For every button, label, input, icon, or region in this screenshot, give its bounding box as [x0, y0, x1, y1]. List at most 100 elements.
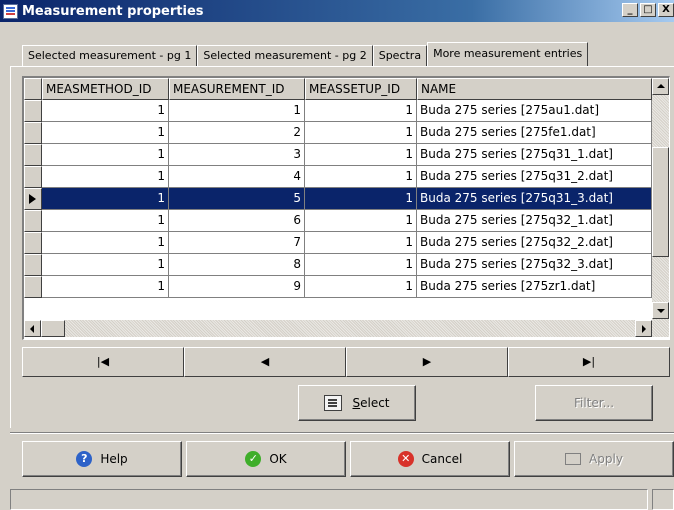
status-panel-main — [10, 489, 648, 510]
minimize-button[interactable]: _ — [622, 3, 638, 17]
cell-measmethod-id[interactable]: 1 — [42, 254, 169, 276]
cell-meassetup-id[interactable]: 1 — [305, 144, 417, 166]
cell-meassetup-id[interactable]: 1 — [305, 276, 417, 298]
cell-meassetup-id[interactable]: 1 — [305, 254, 417, 276]
table-row[interactable]: 1 9 1 Buda 275 series [275zr1.dat] — [24, 276, 652, 298]
table-row[interactable]: 1 6 1 Buda 275 series [275q32_1.dat] — [24, 210, 652, 232]
cell-measurement-id[interactable]: 5 — [169, 188, 305, 210]
select-label-accel: S — [352, 396, 361, 410]
cell-measmethod-id[interactable]: 1 — [42, 188, 169, 210]
row-indicator[interactable] — [24, 166, 42, 188]
current-row-indicator[interactable] — [24, 188, 42, 210]
scroll-down-button[interactable] — [652, 302, 669, 319]
x-circle-icon: ✕ — [397, 451, 414, 467]
cell-measmethod-id[interactable]: 1 — [42, 144, 169, 166]
cancel-button[interactable]: ✕ Cancel — [350, 441, 510, 477]
first-record-button[interactable]: |◀ — [22, 347, 184, 377]
table-row[interactable]: 1 2 1 Buda 275 series [275fe1.dat] — [24, 122, 652, 144]
header-indicator — [24, 78, 42, 100]
cell-name[interactable]: Buda 275 series [275zr1.dat] — [417, 276, 652, 298]
column-header-measurement-id[interactable]: MEASUREMENT_ID — [169, 78, 305, 100]
cell-name[interactable]: Buda 275 series [275au1.dat] — [417, 100, 652, 122]
column-header-name[interactable]: NAME — [417, 78, 652, 100]
title-bar[interactable]: Measurement properties _ □ X — [0, 0, 674, 22]
tab-selected-measurement-pg1[interactable]: Selected measurement - pg 1 — [22, 45, 198, 66]
window-title: Measurement properties — [22, 3, 204, 19]
ok-button[interactable]: ✓ OK — [186, 441, 346, 477]
grid-header-row: MEASMETHOD_ID MEASUREMENT_ID MEASSETUP_I… — [24, 78, 652, 100]
row-indicator[interactable] — [24, 122, 42, 144]
measurement-grid[interactable]: MEASMETHOD_ID MEASUREMENT_ID MEASSETUP_I… — [22, 76, 670, 340]
scroll-thumb[interactable] — [652, 147, 669, 257]
app-icon — [3, 3, 18, 19]
column-header-measmethod-id[interactable]: MEASMETHOD_ID — [42, 78, 169, 100]
cancel-label: Cancel — [421, 452, 463, 466]
cell-measurement-id[interactable]: 9 — [169, 276, 305, 298]
table-row[interactable]: 1 8 1 Buda 275 series [275q32_3.dat] — [24, 254, 652, 276]
scroll-right-button[interactable] — [635, 320, 652, 337]
cell-meassetup-id[interactable]: 1 — [305, 166, 417, 188]
cell-name[interactable]: Buda 275 series [275q32_1.dat] — [417, 210, 652, 232]
table-row[interactable]: 1 3 1 Buda 275 series [275q31_1.dat] — [24, 144, 652, 166]
cell-meassetup-id[interactable]: 1 — [305, 100, 417, 122]
cell-measurement-id[interactable]: 3 — [169, 144, 305, 166]
cell-measmethod-id[interactable]: 1 — [42, 276, 169, 298]
next-record-button[interactable]: ▶ — [346, 347, 508, 377]
close-button[interactable]: X — [658, 3, 674, 17]
row-indicator[interactable] — [24, 232, 42, 254]
maximize-button[interactable]: □ — [640, 3, 656, 17]
cell-measmethod-id[interactable]: 1 — [42, 166, 169, 188]
cell-meassetup-id[interactable]: 1 — [305, 122, 417, 144]
cell-measmethod-id[interactable]: 1 — [42, 232, 169, 254]
cell-measmethod-id[interactable]: 1 — [42, 122, 169, 144]
tab-selected-measurement-pg2[interactable]: Selected measurement - pg 2 — [197, 45, 373, 66]
cell-measurement-id[interactable]: 8 — [169, 254, 305, 276]
table-row[interactable]: 1 4 1 Buda 275 series [275q31_2.dat] — [24, 166, 652, 188]
prior-record-button[interactable]: ◀ — [184, 347, 346, 377]
apply-button[interactable]: Apply — [514, 441, 674, 477]
cell-name[interactable]: Buda 275 series [275q32_2.dat] — [417, 232, 652, 254]
cell-measurement-id[interactable]: 7 — [169, 232, 305, 254]
cell-measurement-id[interactable]: 1 — [169, 100, 305, 122]
scroll-left-button[interactable] — [24, 320, 41, 337]
cell-meassetup-id[interactable]: 1 — [305, 232, 417, 254]
cell-name[interactable]: Buda 275 series [275q31_1.dat] — [417, 144, 652, 166]
help-button[interactable]: ? Help — [22, 441, 182, 477]
cell-measmethod-id[interactable]: 1 — [42, 100, 169, 122]
ok-label: OK — [269, 452, 287, 466]
row-indicator[interactable] — [24, 276, 42, 298]
row-indicator[interactable] — [24, 254, 42, 276]
cell-measurement-id[interactable]: 2 — [169, 122, 305, 144]
scroll-up-button[interactable] — [652, 78, 669, 95]
filter-button[interactable]: Filter... — [535, 385, 653, 421]
cell-name[interactable]: Buda 275 series [275fe1.dat] — [417, 122, 652, 144]
cell-measurement-id[interactable]: 6 — [169, 210, 305, 232]
tab-spectra[interactable]: Spectra — [372, 45, 428, 66]
horizontal-scrollbar[interactable] — [24, 320, 669, 337]
hscroll-thumb[interactable] — [41, 320, 65, 337]
cell-measurement-id[interactable]: 4 — [169, 166, 305, 188]
cell-measmethod-id[interactable]: 1 — [42, 210, 169, 232]
table-row[interactable]: 1 1 1 Buda 275 series [275au1.dat] — [24, 100, 652, 122]
select-label-rest: elect — [360, 396, 390, 410]
last-record-button[interactable]: ▶| — [508, 347, 670, 377]
help-label: Help — [100, 452, 128, 466]
table-row[interactable]: 1 5 1 Buda 275 series [275q31_3.dat] — [24, 188, 652, 210]
row-indicator[interactable] — [24, 210, 42, 232]
checkmark-icon: ✓ — [245, 451, 262, 467]
footer-separator — [10, 432, 674, 434]
select-button[interactable]: Select — [298, 385, 416, 421]
column-header-meassetup-id[interactable]: MEASSETUP_ID — [305, 78, 417, 100]
row-indicator[interactable] — [24, 100, 42, 122]
cell-name[interactable]: Buda 275 series [275q31_3.dat] — [417, 188, 652, 210]
table-row[interactable]: 1 7 1 Buda 275 series [275q32_2.dat] — [24, 232, 652, 254]
cell-name[interactable]: Buda 275 series [275q32_3.dat] — [417, 254, 652, 276]
row-indicator[interactable] — [24, 144, 42, 166]
window-controls: _ □ X — [622, 3, 674, 17]
tab-more-measurement-entries[interactable]: More measurement entries — [427, 42, 589, 66]
apply-icon — [565, 453, 582, 465]
vertical-scrollbar[interactable] — [652, 78, 669, 320]
cell-name[interactable]: Buda 275 series [275q31_2.dat] — [417, 166, 652, 188]
cell-meassetup-id[interactable]: 1 — [305, 210, 417, 232]
cell-meassetup-id[interactable]: 1 — [305, 188, 417, 210]
